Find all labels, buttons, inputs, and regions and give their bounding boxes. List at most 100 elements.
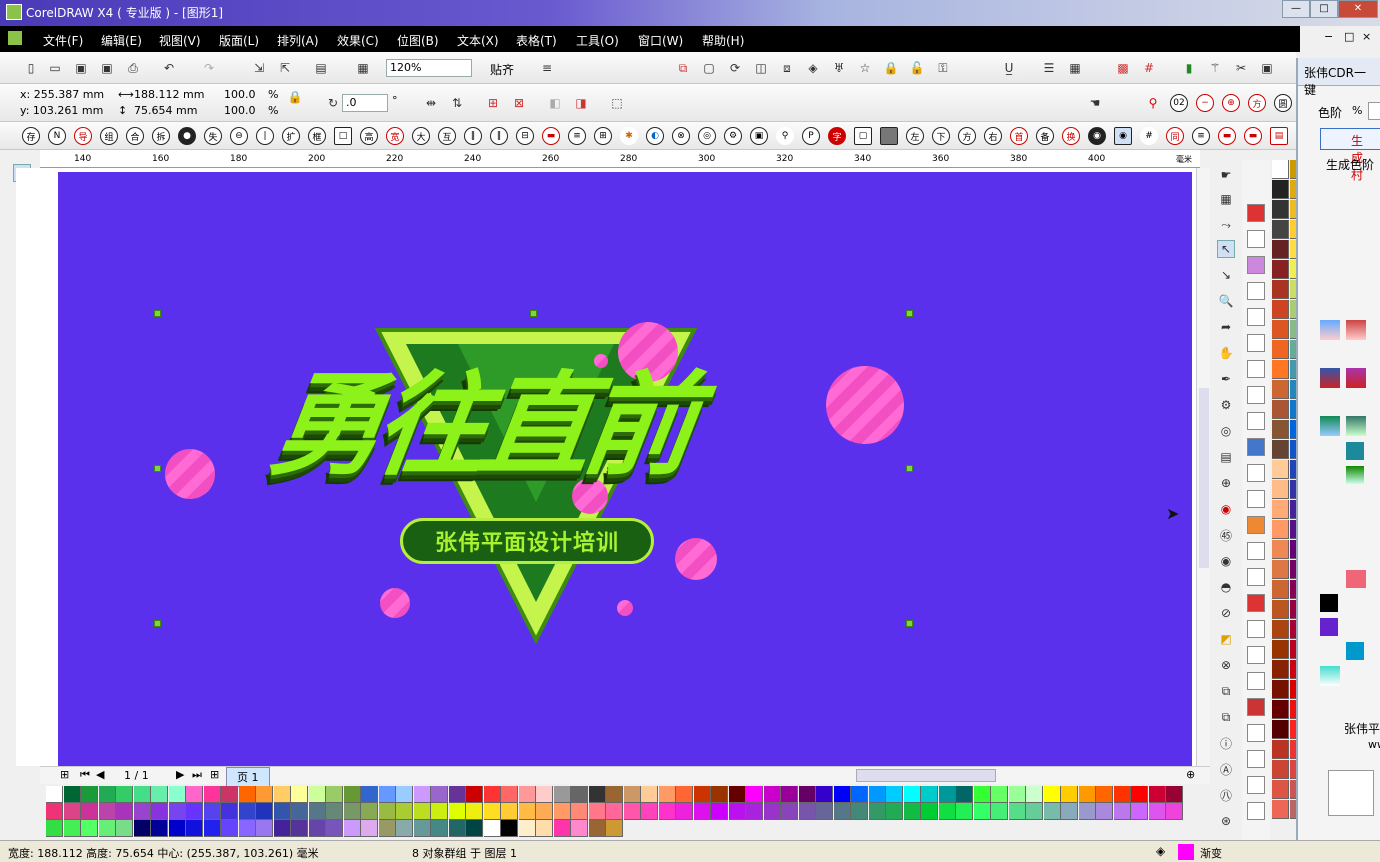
palette-swatch[interactable] — [693, 803, 711, 820]
macro-lose-icon[interactable]: 失 — [204, 127, 222, 145]
mdi-minimize-icon[interactable]: − — [1324, 30, 1333, 43]
dock-a-icon[interactable]: Ⓐ — [1217, 760, 1235, 778]
palette-swatch[interactable] — [501, 803, 518, 820]
dock-copy-icon[interactable]: ⧉ — [1217, 682, 1235, 700]
selection-handle[interactable] — [530, 310, 537, 317]
palette-swatch[interactable] — [1131, 786, 1148, 803]
palette-swatch[interactable] — [46, 786, 63, 803]
palette-swatch[interactable] — [728, 786, 746, 803]
crop-icon[interactable]: ✂ — [1232, 59, 1250, 77]
palette-swatch[interactable] — [186, 786, 203, 803]
export-icon[interactable]: ⇱ — [276, 59, 294, 77]
macro-stripes-icon[interactable] — [1247, 620, 1265, 638]
macro-grid-icon[interactable]: ⊞ — [594, 127, 612, 145]
palette-swatch[interactable] — [466, 803, 483, 820]
palette-swatch[interactable] — [1272, 220, 1289, 239]
macro-box-icon[interactable]: ▢ — [854, 127, 872, 145]
palette-swatch[interactable] — [1272, 260, 1289, 279]
palette-swatch[interactable] — [63, 786, 81, 803]
mdi-close-icon[interactable]: × — [1362, 30, 1371, 43]
page-tab[interactable]: 页 1 — [226, 767, 270, 787]
macro-table-icon[interactable] — [1247, 724, 1265, 742]
palette-swatch[interactable] — [308, 803, 326, 820]
palette-swatch[interactable] — [483, 786, 501, 803]
palette-swatch[interactable] — [536, 820, 553, 837]
macro-char2-icon[interactable]: 字 — [828, 127, 846, 145]
palette-swatch[interactable] — [711, 803, 728, 820]
macro-expand-icon[interactable]: 扩 — [282, 127, 300, 145]
palette-swatch[interactable] — [1131, 803, 1148, 820]
combine-icon[interactable]: ⟳ — [726, 59, 744, 77]
break-apart-icon[interactable]: ◫ — [752, 59, 770, 77]
macro-big-icon[interactable]: 大 — [412, 127, 430, 145]
y-position-field[interactable]: y: 103.261 mm — [20, 104, 103, 117]
macro-grid3-icon[interactable] — [1247, 802, 1265, 820]
palette-swatch[interactable] — [1272, 320, 1289, 339]
palette-swatch[interactable] — [553, 820, 571, 837]
macro-width-icon[interactable]: 宽 — [386, 127, 404, 145]
macro-pipe-icon[interactable]: | — [256, 127, 274, 145]
palette-swatch[interactable] — [658, 803, 676, 820]
palette-swatch[interactable] — [763, 803, 781, 820]
macro-page-icon[interactable] — [1247, 282, 1265, 300]
palette-swatch[interactable] — [273, 803, 291, 820]
palette-swatch[interactable] — [1272, 740, 1289, 759]
palette-swatch[interactable] — [203, 803, 221, 820]
dock-more-icon[interactable]: ⊛ — [1217, 812, 1235, 830]
undo-icon[interactable]: ↶ — [160, 59, 178, 77]
dock-smudge-icon[interactable]: ↘ — [1217, 266, 1235, 284]
palette-swatch[interactable] — [623, 786, 641, 803]
dock-gradient-icon[interactable]: ◩ — [1217, 630, 1235, 648]
macro-group-icon[interactable]: 组 — [100, 127, 118, 145]
macro-pink-icon[interactable] — [1247, 256, 1265, 274]
menu-help[interactable]: 帮助(H) — [702, 32, 744, 49]
palette-swatch[interactable] — [1272, 520, 1289, 539]
palette-swatch[interactable] — [256, 820, 273, 837]
macro-link-icon[interactable]: ⊖ — [230, 127, 248, 145]
trim-icon[interactable]: ⧈ — [778, 59, 796, 77]
palette-swatch[interactable] — [1061, 803, 1078, 820]
palette-swatch[interactable] — [1272, 460, 1289, 479]
subtitle-text[interactable]: 张伟平面设计培训 — [435, 525, 619, 557]
palette-swatch[interactable] — [1272, 180, 1289, 199]
palette-swatch[interactable] — [1166, 803, 1183, 820]
palette-swatch[interactable] — [1113, 803, 1131, 820]
palette-swatch[interactable] — [1148, 803, 1166, 820]
palette-swatch[interactable] — [221, 803, 238, 820]
palette-swatch[interactable] — [1272, 360, 1289, 379]
palette-swatch[interactable] — [291, 820, 308, 837]
purple-swatch[interactable] — [1320, 618, 1338, 636]
selection-handle[interactable] — [154, 465, 161, 472]
menu-effects[interactable]: 效果(C) — [337, 32, 379, 49]
palette-swatch[interactable] — [518, 803, 536, 820]
palette-swatch[interactable] — [1043, 803, 1061, 820]
macro-hash-icon[interactable]: # — [1140, 127, 1158, 145]
palette-swatch[interactable] — [1272, 300, 1289, 319]
palette-swatch[interactable] — [746, 786, 763, 803]
macro-target-icon[interactable] — [1247, 646, 1265, 664]
macro-high-icon[interactable]: 高 — [360, 127, 378, 145]
palette-swatch[interactable] — [501, 820, 518, 837]
palette-swatch[interactable] — [1272, 760, 1289, 779]
dock-pick-icon[interactable]: ↖ — [1217, 240, 1235, 258]
dock-char-icon[interactable]: ㊇ — [1217, 786, 1235, 804]
palette-swatch[interactable] — [116, 803, 133, 820]
cube-icon[interactable]: ◈ — [804, 59, 822, 77]
macro-eye-icon[interactable]: ◉ — [1114, 127, 1132, 145]
palette-swatch[interactable] — [1272, 420, 1289, 439]
palette-swatch[interactable] — [448, 820, 466, 837]
palette-swatch[interactable] — [133, 803, 151, 820]
palette-swatch[interactable] — [1148, 786, 1166, 803]
macro-left-icon[interactable]: 左 — [906, 127, 924, 145]
blue-swatch[interactable] — [1346, 642, 1364, 660]
palette-swatch[interactable] — [483, 820, 501, 837]
palette-swatch[interactable] — [1096, 803, 1113, 820]
height-field[interactable]: 75.654 mm — [134, 104, 197, 117]
palette-swatch[interactable] — [326, 786, 343, 803]
menu-table[interactable]: 表格(T) — [516, 32, 557, 49]
palette-swatch[interactable] — [1272, 800, 1289, 819]
palette-swatch[interactable] — [46, 820, 63, 837]
palette-swatch[interactable] — [606, 803, 623, 820]
mirror-horizontal-icon[interactable]: ⇹ — [422, 94, 440, 112]
palette-swatch[interactable] — [938, 786, 956, 803]
